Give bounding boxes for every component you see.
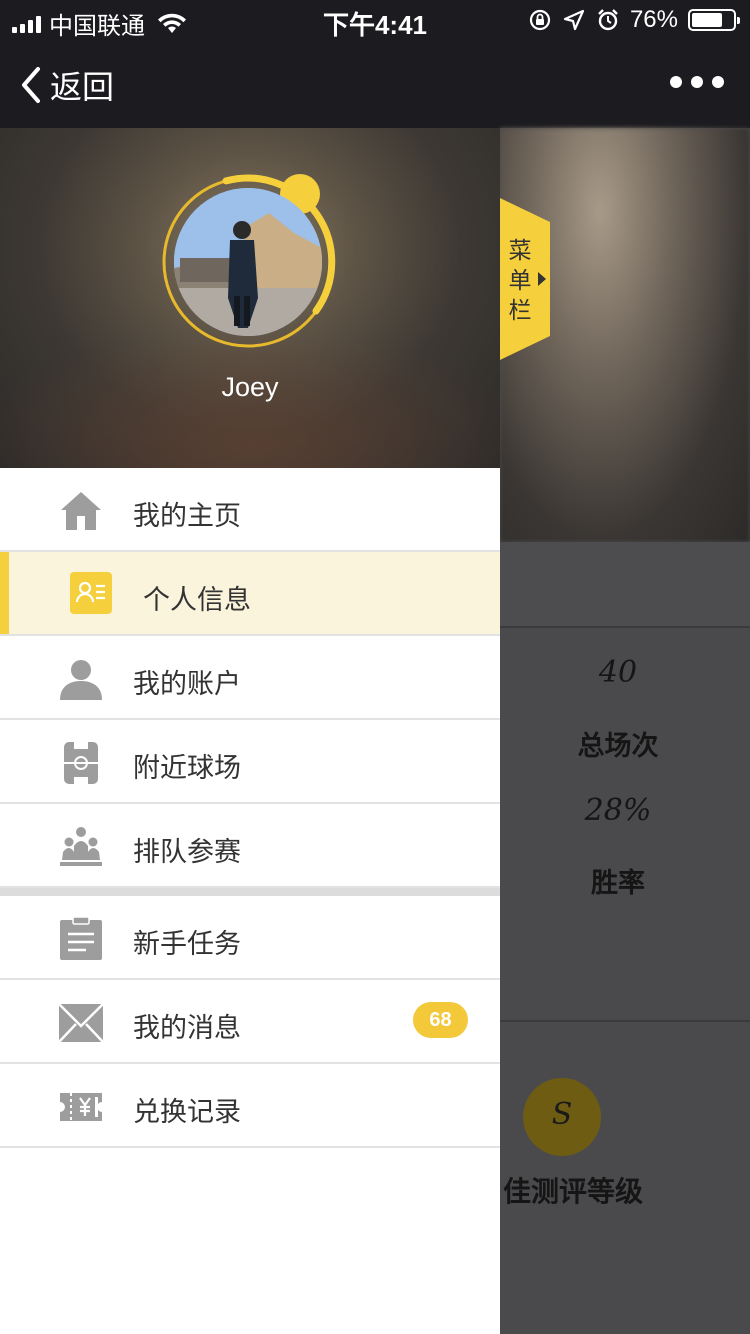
grade-label: 佳测评等级 xyxy=(503,1175,644,1208)
chevron-left-icon xyxy=(22,67,40,103)
menu-item-label: 新手任务 xyxy=(133,929,241,960)
menu-divider xyxy=(0,888,500,896)
drawer-menu: 我的主页 个人信息 我的账户 附近球场 排队参赛 新手任务 我的消息 68 兑换… xyxy=(0,468,500,1148)
menu-tab-label: 菜单栏 xyxy=(508,238,532,324)
menu-item-beginner-tasks[interactable]: 新手任务 xyxy=(0,896,500,980)
grade-badge: S xyxy=(523,1078,601,1156)
team-icon xyxy=(60,827,102,866)
menu-item-account[interactable]: 我的账户 xyxy=(0,636,500,720)
menu-item-label: 附近球场 xyxy=(133,753,241,784)
menu-item-redeem-records[interactable]: 兑换记录 xyxy=(0,1064,500,1148)
win-rate-value: 28% xyxy=(584,793,652,828)
location-icon xyxy=(563,9,585,31)
side-drawer: Joey 我的主页 个人信息 我的账户 附近球场 排队参赛 新手任务 我的消息 … xyxy=(0,128,500,1334)
total-games-value: 40 xyxy=(598,655,638,690)
rotation-lock-icon xyxy=(529,9,551,31)
menu-item-profile-info[interactable]: 个人信息 xyxy=(0,552,500,636)
user-icon xyxy=(60,660,102,700)
battery-percent: 76% xyxy=(629,6,678,33)
avatar[interactable] xyxy=(174,188,322,336)
avatar-photo xyxy=(174,188,322,336)
total-games-label: 总场次 xyxy=(577,731,659,762)
more-dots-icon xyxy=(670,76,682,88)
menu-item-queue-match[interactable]: 排队参赛 xyxy=(0,804,500,888)
clipboard-icon xyxy=(60,916,102,960)
status-bar: 中国联通 下午4:41 76% xyxy=(0,0,750,40)
id-card-icon xyxy=(70,572,112,614)
menu-item-label: 我的消息 xyxy=(133,1013,241,1044)
username: Joey xyxy=(221,372,279,402)
menu-item-label: 我的主页 xyxy=(133,501,241,532)
unread-badge: 68 xyxy=(413,1002,468,1038)
field-icon xyxy=(64,742,98,784)
more-button[interactable] xyxy=(670,76,724,88)
alarm-icon xyxy=(598,9,618,31)
menu-item-home[interactable]: 我的主页 xyxy=(0,468,500,552)
home-icon xyxy=(61,492,101,530)
menu-item-label: 兑换记录 xyxy=(133,1097,241,1128)
menu-item-label: 个人信息 xyxy=(143,585,251,616)
battery-icon xyxy=(688,9,740,31)
ticket-icon xyxy=(60,1093,102,1121)
back-label: 返回 xyxy=(50,68,115,106)
menu-item-messages[interactable]: 我的消息 68 xyxy=(0,980,500,1064)
back-button[interactable]: 返回 xyxy=(18,62,114,108)
profile-header: Joey xyxy=(0,128,500,468)
mail-icon xyxy=(58,1003,104,1043)
menu-item-label: 我的账户 xyxy=(133,669,241,700)
win-rate-label: 胜率 xyxy=(591,868,645,899)
menu-item-nearby-courts[interactable]: 附近球场 xyxy=(0,720,500,804)
nav-bar: 返回 xyxy=(0,40,750,128)
menu-item-label: 排队参赛 xyxy=(133,837,241,868)
